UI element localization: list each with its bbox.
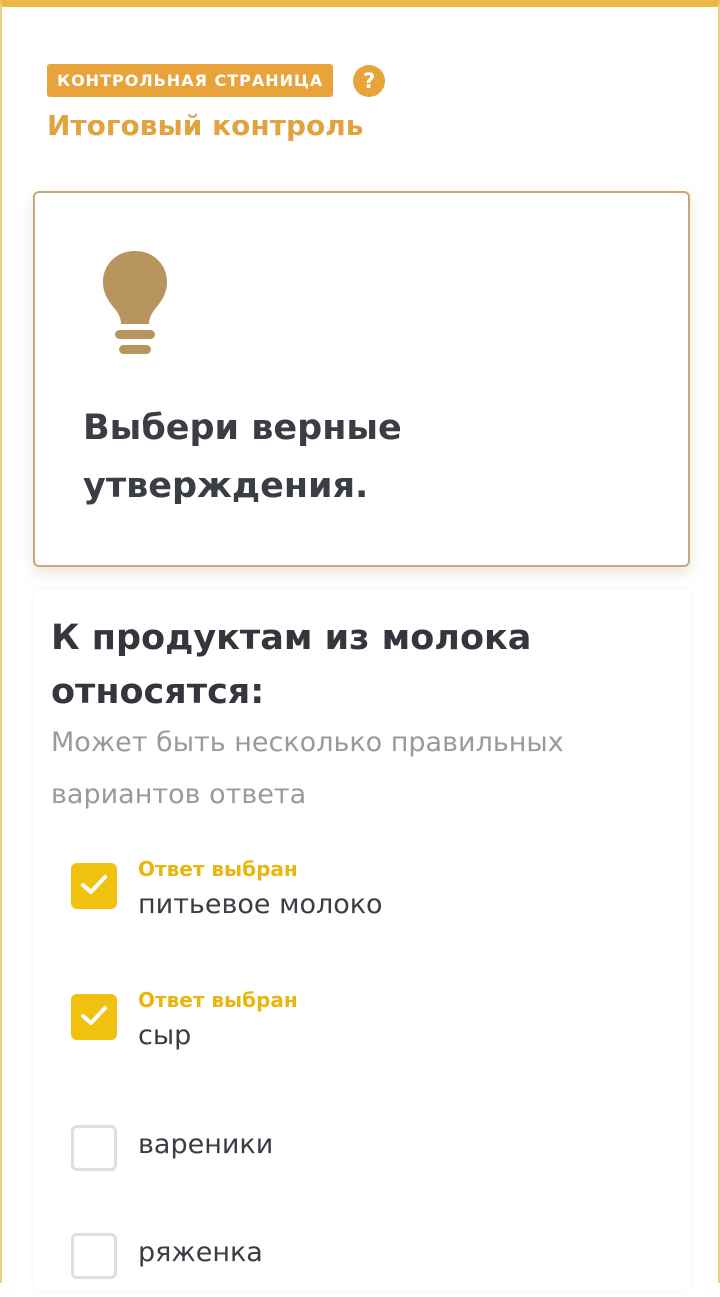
checkmark-icon xyxy=(81,875,107,894)
option-label: ряженка xyxy=(138,1237,263,1268)
question-card: К продуктам из молока относятся: Может б… xyxy=(33,589,690,1290)
option-label: сыр xyxy=(138,1020,192,1051)
option-status: Ответ выбран xyxy=(138,988,298,1012)
option-syr[interactable]: Ответ выбран сыр xyxy=(71,988,651,1052)
option-vareniki[interactable]: вареники xyxy=(71,1125,651,1189)
header-badge-row: КОНТРОЛЬНАЯ СТРАНИЦА ? xyxy=(47,64,386,97)
option-ryazhenka[interactable]: ряженка xyxy=(71,1233,651,1297)
question-title: К продуктам из молока относятся: xyxy=(51,618,532,712)
checkbox-unchecked[interactable] xyxy=(71,1125,117,1171)
checkmark-icon xyxy=(81,1006,107,1025)
checkbox-checked[interactable] xyxy=(71,863,117,909)
page-frame: КОНТРОЛЬНАЯ СТРАНИЦА ? Итоговый контроль… xyxy=(0,0,720,1290)
task-instruction: Выбери верные утверждения. xyxy=(83,408,402,506)
question-circle-icon[interactable]: ? xyxy=(353,64,386,97)
page-title: Итоговый контроль xyxy=(47,109,364,142)
control-page-badge: КОНТРОЛЬНАЯ СТРАНИЦА xyxy=(47,64,334,97)
checkbox-checked[interactable] xyxy=(71,994,117,1040)
option-pitevoe-moloko[interactable]: Ответ выбран питьевое молоко xyxy=(71,857,651,921)
option-label: вареники xyxy=(138,1129,274,1160)
checkbox-unchecked[interactable] xyxy=(71,1233,117,1279)
lightbulb-icon xyxy=(103,251,167,354)
option-status: Ответ выбран xyxy=(138,857,298,881)
task-card: Выбери верные утверждения. xyxy=(33,191,690,567)
option-label: питьевое молоко xyxy=(138,889,383,920)
question-hint: Может быть несколько правильных варианто… xyxy=(51,727,564,810)
